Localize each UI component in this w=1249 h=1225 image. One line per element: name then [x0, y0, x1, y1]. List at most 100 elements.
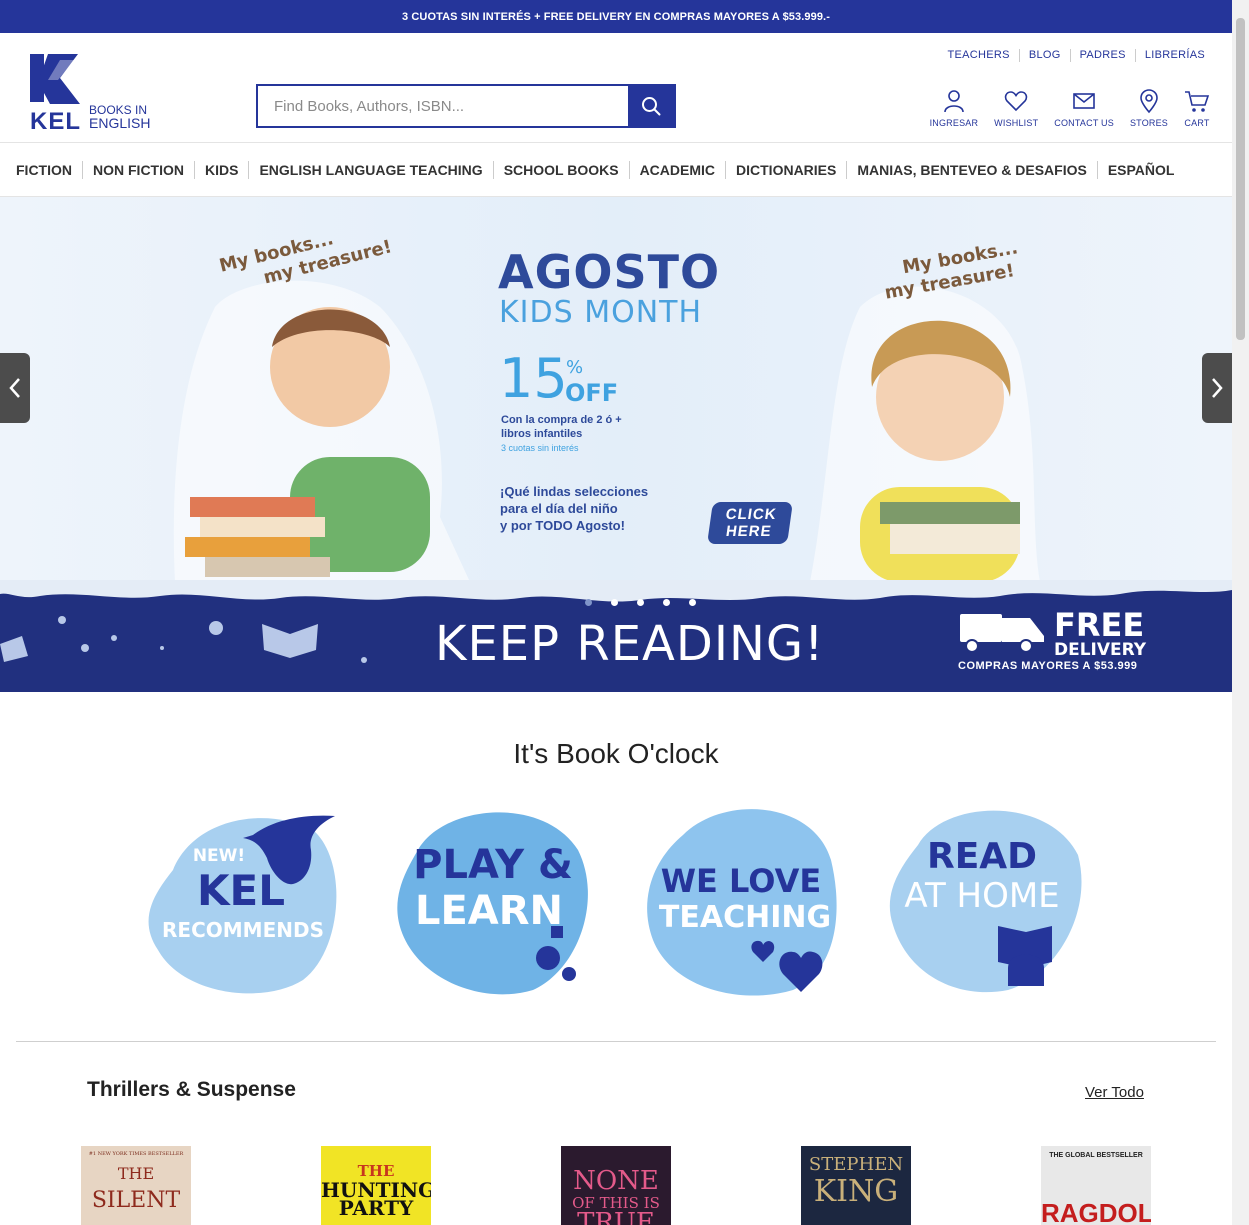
book-top-text: THE GLOBAL BESTSELLER [1049, 1152, 1143, 1159]
logo-tagline-line2: ENGLISH [89, 115, 151, 131]
promo-bar: 3 CUOTAS SIN INTERÉS + FREE DELIVERY EN … [0, 0, 1232, 33]
logo-tagline: BOOKS IN ENGLISH [89, 104, 151, 131]
search-icon [642, 97, 661, 116]
nav-espanol[interactable]: ESPAÑOL [1096, 160, 1185, 179]
heart-icon [1005, 91, 1028, 112]
nav-english-language-teaching[interactable]: ENGLISH LANGUAGE TEACHING [248, 160, 492, 179]
click-here-button[interactable]: CLICK HERE [707, 502, 793, 544]
carousel-dot-3[interactable] [637, 599, 644, 606]
section-divider [16, 1041, 1216, 1042]
see-all-link[interactable]: Ver Todo [1085, 1084, 1144, 1101]
top-link-padres[interactable]: PADRES [1069, 49, 1135, 62]
nav-dictionaries[interactable]: DICTIONARIES [725, 160, 846, 179]
book-title-line3: PARTY [338, 1196, 414, 1220]
banner-subtitle: KIDS MONTH [499, 295, 703, 330]
discount-percent: % [566, 357, 584, 378]
condition-line2: libros infantiles [501, 428, 583, 440]
carousel-dot-4[interactable] [663, 599, 670, 606]
book-row-title: Thrillers & Suspense [87, 1078, 296, 1101]
wishlist-button[interactable]: WISHLIST [994, 88, 1038, 128]
kel-recommends-card[interactable]: NEW! KEL RECOMMENDS [143, 800, 343, 1000]
login-label: INGRESAR [929, 118, 979, 128]
we-love-teaching-line2: TEACHING [658, 900, 832, 935]
nav-academic[interactable]: ACADEMIC [628, 160, 725, 179]
kel-recommends-line1: NEW! [192, 846, 246, 866]
logo-brand: KEL [30, 108, 81, 135]
book-title-line1: NONE [573, 1166, 659, 1196]
free-label: FREE [1054, 606, 1145, 644]
contact-button[interactable]: CONTACT US [1054, 88, 1114, 128]
we-love-teaching-card[interactable]: WE LOVE TEACHING [643, 800, 843, 1000]
discount-condition: Con la compra de 2 ó + libros infantiles… [501, 413, 622, 455]
top-link-teachers[interactable]: TEACHERS [939, 49, 1019, 62]
carousel-dot-2[interactable] [611, 599, 618, 606]
book-title-line1: STEPHEN [808, 1154, 904, 1175]
promo-text: 3 CUOTAS SIN INTERÉS + FREE DELIVERY EN … [402, 10, 830, 23]
banner-keep-reading: KEEP READING! FREE DELIVERY COMPRAS MAYO… [0, 580, 1232, 692]
search-input[interactable] [258, 86, 628, 126]
tagline-line2: para el día del niño [500, 501, 618, 516]
book-title-line2: KING [813, 1174, 899, 1209]
chevron-right-icon [1212, 378, 1223, 398]
book-cover-the-silent[interactable]: #1 NEW YORK TIMES BESTSELLER THE SILENT [81, 1146, 191, 1225]
discount-off: OFF [565, 379, 619, 407]
nav-school-books[interactable]: SCHOOL BOOKS [492, 160, 629, 179]
cart-label: CART [1184, 118, 1210, 128]
banner-tagline: ¡Qué lindas selecciones para el día del … [500, 483, 648, 534]
cart-icon [1185, 91, 1210, 112]
hero-banner[interactable]: My books... my treasure! My books... my … [0, 197, 1232, 692]
book-cover-the-hunting-party[interactable]: THE HUNTING PARTY [321, 1146, 431, 1225]
book-cover-ragdoll[interactable]: THE GLOBAL BESTSELLER RAGDOLL [1041, 1146, 1151, 1225]
login-button[interactable]: INGRESAR [930, 88, 979, 128]
read-at-home-line1: READ [926, 836, 1038, 877]
banner-title: AGOSTO [498, 245, 721, 299]
tagline-line3: y por TODO Agosto! [500, 518, 625, 533]
play-and-learn-card[interactable]: PLAY & LEARN [393, 800, 593, 1000]
delivery-label: DELIVERY [1054, 640, 1147, 660]
delivery-condition: COMPRAS MAYORES A $53.999 [958, 660, 1138, 672]
header-actions: INGRESAR WISHLIST CONTACT US STORES CART [914, 88, 1210, 128]
stores-label: STORES [1129, 118, 1168, 128]
stores-button[interactable]: STORES [1130, 88, 1168, 128]
book-cover-none-of-this-is-true[interactable]: NONE OF THIS IS TRUE [561, 1146, 671, 1225]
header: KEL BOOKS IN ENGLISH TEACHERS BLOG PADRE… [0, 33, 1232, 143]
contact-label: CONTACT US [1054, 118, 1114, 128]
carousel-next-button[interactable] [1202, 353, 1232, 423]
nav-manias[interactable]: MANIAS, BENTEVEO & DESAFIOS [846, 160, 1096, 179]
book-title-line3: TRUE [577, 1208, 655, 1225]
nav-kids[interactable]: KIDS [194, 160, 248, 179]
carousel-dot-5[interactable] [689, 599, 696, 606]
book-title-line1: THE [117, 1164, 155, 1183]
cta-line2: HERE [724, 523, 773, 540]
book-cover-stephen-king[interactable]: STEPHEN KING [801, 1146, 911, 1225]
user-icon [944, 90, 964, 113]
scrollbar-thumb[interactable] [1236, 18, 1245, 340]
book-title-line1: RAGDOLL [1041, 1198, 1151, 1225]
search-button[interactable] [628, 86, 674, 126]
cta-line1: CLICK [724, 506, 778, 523]
chevron-left-icon [9, 378, 20, 398]
shapes-icon [536, 946, 560, 970]
cart-button[interactable]: CART [1184, 88, 1210, 128]
page: 3 CUOTAS SIN INTERÉS + FREE DELIVERY EN … [0, 0, 1232, 1225]
carousel-prev-button[interactable] [0, 353, 30, 423]
nav-non-fiction[interactable]: NON FICTION [82, 160, 194, 179]
category-nav: FICTION NON FICTION KIDS ENGLISH LANGUAG… [0, 143, 1232, 197]
tagline-line1: ¡Qué lindas selecciones [500, 484, 649, 499]
read-at-home-card[interactable]: READ AT HOME [888, 800, 1088, 1000]
kel-recommends-line3: RECOMMENDS [162, 918, 324, 942]
top-link-blog[interactable]: BLOG [1018, 49, 1070, 62]
carousel-dots [585, 599, 715, 606]
nav-fiction[interactable]: FICTION [6, 161, 82, 179]
wishlist-label: WISHLIST [994, 118, 1039, 128]
condition-line1: Con la compra de 2 ó + [501, 414, 622, 426]
play-and-learn-line1: PLAY & [413, 842, 573, 888]
keep-reading-title: KEEP READING! [435, 616, 825, 672]
page-scrollbar[interactable] [1232, 0, 1249, 1225]
condition-line3: 3 cuotas sin interés [501, 443, 579, 453]
category-blobs: NEW! KEL RECOMMENDS PLAY & LEARN WE LOVE… [0, 800, 1232, 1010]
top-link-librerias[interactable]: LIBRERÍAS [1134, 49, 1214, 62]
location-pin-icon [1140, 89, 1158, 114]
we-love-teaching-line1: WE LOVE [660, 862, 822, 900]
carousel-dot-1[interactable] [585, 599, 592, 606]
